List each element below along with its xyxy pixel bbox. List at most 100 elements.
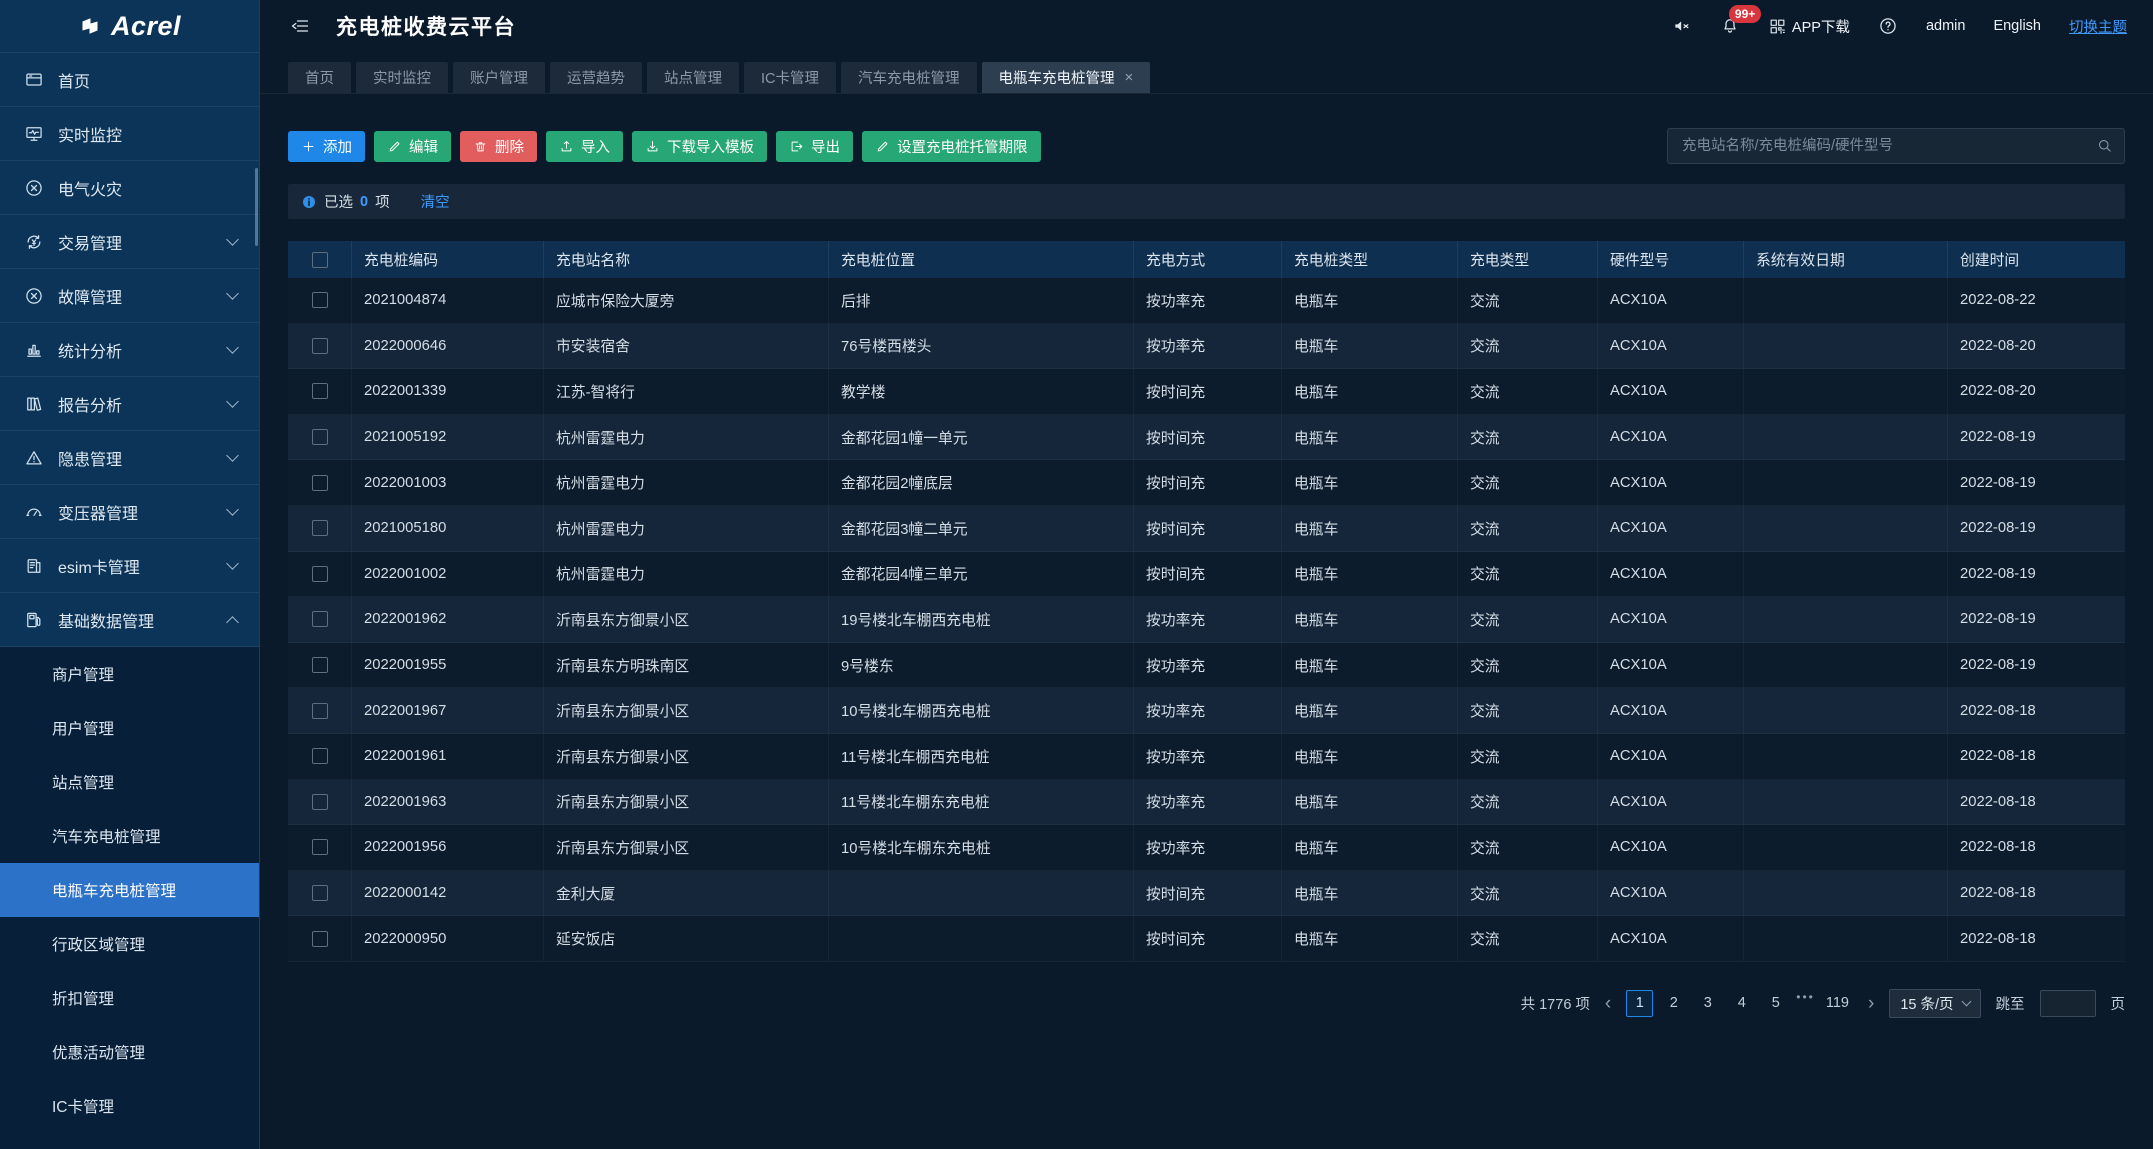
table-cell bbox=[829, 871, 1134, 916]
page-number-5[interactable]: 5 bbox=[1762, 990, 1789, 1017]
row-checkbox[interactable] bbox=[312, 429, 328, 445]
page-size-select[interactable]: 15 条/页 bbox=[1889, 989, 1980, 1018]
page-ellipsis[interactable]: ••• bbox=[1796, 990, 1815, 1017]
download-template-button[interactable]: 下载导入模板 bbox=[632, 131, 767, 162]
table-row: 2022001002杭州雷霆电力金都花园4幢三单元按时间充电瓶车交流ACX10A… bbox=[288, 552, 2125, 598]
column-header: 充电桩位置 bbox=[829, 241, 1134, 278]
set-hosting-period-button[interactable]: 设置充电桩托管期限 bbox=[862, 131, 1041, 162]
row-checkbox[interactable] bbox=[312, 748, 328, 764]
row-checkbox[interactable] bbox=[312, 931, 328, 947]
tab-account-mgmt[interactable]: 账户管理 bbox=[453, 62, 545, 93]
edit-button[interactable]: 编辑 bbox=[374, 131, 451, 162]
help-icon[interactable] bbox=[1878, 16, 1898, 36]
sidebar-item-hazard-mgmt[interactable]: 隐患管理 bbox=[0, 431, 259, 485]
submenu-item-station-mgmt[interactable]: 站点管理 bbox=[0, 755, 259, 809]
submenu-item-user-mgmt[interactable]: 用户管理 bbox=[0, 701, 259, 755]
chevron-down-icon bbox=[226, 557, 239, 570]
theme-switch-link[interactable]: 切换主题 bbox=[2069, 16, 2127, 37]
tab-home[interactable]: 首页 bbox=[288, 62, 351, 93]
table-cell: 2022-08-22 bbox=[1948, 278, 2123, 323]
page-number-3[interactable]: 3 bbox=[1694, 990, 1721, 1017]
table-cell: 交流 bbox=[1458, 597, 1598, 642]
page-number-1[interactable]: 1 bbox=[1626, 990, 1653, 1017]
row-checkbox[interactable] bbox=[312, 839, 328, 855]
sidebar-scrollbar[interactable] bbox=[255, 168, 258, 246]
delete-button[interactable]: 删除 bbox=[460, 131, 537, 162]
row-checkbox[interactable] bbox=[312, 520, 328, 536]
export-button[interactable]: 导出 bbox=[776, 131, 853, 162]
tab-operation-trend[interactable]: 运营趋势 bbox=[550, 62, 642, 93]
sidebar-item-base-data-mgmt[interactable]: 基础数据管理 bbox=[0, 593, 259, 647]
table-cell: 杭州雷霆电力 bbox=[544, 460, 829, 505]
app-download-button[interactable]: APP下载 bbox=[1768, 16, 1850, 37]
table-cell bbox=[1744, 324, 1948, 369]
row-checkbox[interactable] bbox=[312, 338, 328, 354]
sidebar-item-home[interactable]: 首页 bbox=[0, 53, 259, 107]
prev-page-button[interactable]: ‹ bbox=[1605, 994, 1611, 1013]
row-checkbox[interactable] bbox=[312, 383, 328, 399]
row-checkbox[interactable] bbox=[312, 794, 328, 810]
jump-to-input[interactable] bbox=[2040, 990, 2096, 1017]
row-checkbox[interactable] bbox=[312, 475, 328, 491]
clear-selection-link[interactable]: 清空 bbox=[421, 191, 450, 212]
sidebar-item-electrical-fire[interactable]: 电气火灾 bbox=[0, 161, 259, 215]
username[interactable]: admin bbox=[1926, 18, 1966, 34]
tab-car-charger-mgmt[interactable]: 汽车充电桩管理 bbox=[841, 62, 977, 93]
table-cell: 2022001955 bbox=[352, 643, 544, 688]
submenu-item-ebike-charger-mgmt[interactable]: 电瓶车充电桩管理 bbox=[0, 863, 259, 917]
menu-fold-icon[interactable] bbox=[290, 16, 310, 36]
submenu-item-discount-mgmt[interactable]: 折扣管理 bbox=[0, 971, 259, 1025]
row-checkbox[interactable] bbox=[312, 566, 328, 582]
tab-station-mgmt[interactable]: 站点管理 bbox=[647, 62, 739, 93]
row-checkbox[interactable] bbox=[312, 657, 328, 673]
tab-realtime-monitor[interactable]: 实时监控 bbox=[356, 62, 448, 93]
submenu-item-promo-activity-mgmt[interactable]: 优惠活动管理 bbox=[0, 1025, 259, 1079]
submenu-item-car-charger-mgmt[interactable]: 汽车充电桩管理 bbox=[0, 809, 259, 863]
monitor-icon bbox=[24, 124, 44, 144]
submenu-item-ic-card-mgmt[interactable]: IC卡管理 bbox=[0, 1079, 259, 1133]
chevron-down-icon bbox=[226, 449, 239, 462]
selected-count: 0 bbox=[360, 194, 368, 210]
submenu-item-merchant-mgmt[interactable]: 商户管理 bbox=[0, 647, 259, 701]
page-number-4[interactable]: 4 bbox=[1728, 990, 1755, 1017]
search-icon[interactable] bbox=[2096, 137, 2113, 154]
sidebar-item-statistics[interactable]: 统计分析 bbox=[0, 323, 259, 377]
table-cell: 2022001967 bbox=[352, 688, 544, 733]
row-checkbox[interactable] bbox=[312, 292, 328, 308]
tab-ic-card-mgmt[interactable]: IC卡管理 bbox=[744, 62, 836, 93]
import-button[interactable]: 导入 bbox=[546, 131, 623, 162]
table-row: 2022001967沂南县东方御景小区10号楼北车棚西充电桩按功率充电瓶车交流A… bbox=[288, 688, 2125, 734]
table-row: 2021005192杭州雷霆电力金都花园1幢一单元按时间充电瓶车交流ACX10A… bbox=[288, 415, 2125, 461]
submenu-item-admin-region-mgmt[interactable]: 行政区域管理 bbox=[0, 917, 259, 971]
sidebar-item-transformer-mgmt[interactable]: 变压器管理 bbox=[0, 485, 259, 539]
tab-ebike-charger-mgmt[interactable]: 电瓶车充电桩管理× bbox=[982, 62, 1151, 93]
sidebar-item-fault-mgmt[interactable]: 故障管理 bbox=[0, 269, 259, 323]
select-all-checkbox[interactable] bbox=[312, 252, 328, 268]
sidebar-item-realtime-monitor[interactable]: 实时监控 bbox=[0, 107, 259, 161]
row-checkbox[interactable] bbox=[312, 885, 328, 901]
add-button[interactable]: 添加 bbox=[288, 131, 365, 162]
mute-icon[interactable] bbox=[1672, 16, 1692, 36]
sidebar-item-transaction-mgmt[interactable]: 交易管理 bbox=[0, 215, 259, 269]
sidebar-item-report-analysis[interactable]: 报告分析 bbox=[0, 377, 259, 431]
table-cell: 教学楼 bbox=[829, 369, 1134, 414]
sidebar-item-esim-card-mgmt[interactable]: esim卡管理 bbox=[0, 539, 259, 593]
logo-text: Acrel bbox=[111, 11, 181, 42]
next-page-button[interactable]: › bbox=[1868, 994, 1874, 1013]
table-cell: 电瓶车 bbox=[1282, 278, 1458, 323]
report-icon bbox=[24, 394, 44, 414]
row-checkbox[interactable] bbox=[312, 703, 328, 719]
page-number-2[interactable]: 2 bbox=[1660, 990, 1687, 1017]
column-header: 充电类型 bbox=[1458, 241, 1598, 278]
row-checkbox[interactable] bbox=[312, 611, 328, 627]
search-input[interactable] bbox=[1667, 128, 2125, 164]
tab-close-icon[interactable]: × bbox=[1125, 70, 1134, 85]
charging-pile-icon bbox=[24, 610, 44, 630]
notifications-button[interactable]: 99+ bbox=[1720, 16, 1740, 36]
table-cell: 交流 bbox=[1458, 278, 1598, 323]
page-number-119[interactable]: 119 bbox=[1822, 990, 1853, 1017]
table-cell: 2022-08-19 bbox=[1948, 460, 2123, 505]
selected-prefix: 已选 bbox=[324, 191, 353, 212]
button-label: 删除 bbox=[495, 136, 524, 157]
language-switch[interactable]: English bbox=[1993, 18, 2041, 34]
